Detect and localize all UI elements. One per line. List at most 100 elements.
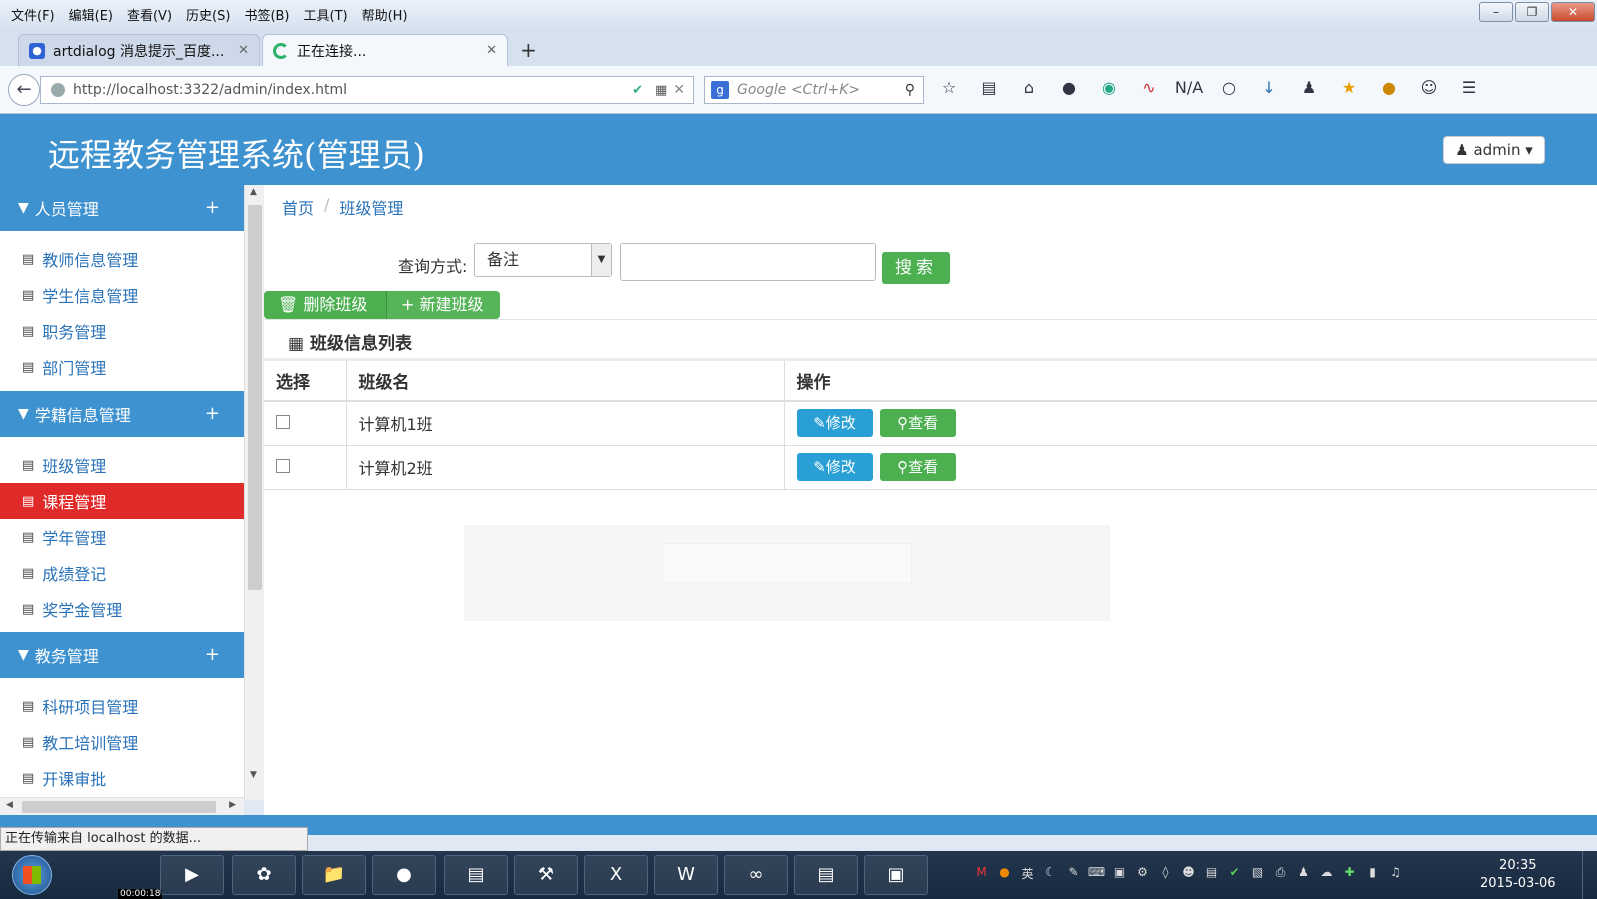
query-method-select[interactable]: 备注 ▼ <box>474 243 612 277</box>
new-tab-icon[interactable]: + <box>520 38 537 62</box>
user-dropdown-button[interactable]: ♟ admin ▾ <box>1443 136 1545 164</box>
sidebar-group-academic[interactable]: ▼ 教务管理 + <box>0 632 244 678</box>
bee-addon-icon[interactable]: ● <box>1374 78 1404 97</box>
user-tray-icon[interactable]: ♟ <box>1294 865 1313 882</box>
messenger-icon[interactable]: ☺ <box>1414 78 1444 97</box>
chat-icon[interactable]: ○ <box>1214 78 1244 97</box>
close-window-icon[interactable]: ✕ <box>1551 2 1595 22</box>
restore-icon[interactable]: ❐ <box>1515 2 1549 22</box>
close-tab-icon[interactable]: ✕ <box>486 43 497 58</box>
reading-list-icon[interactable]: ▤ <box>974 78 1004 97</box>
image-app-icon[interactable]: ▣ <box>864 855 928 895</box>
scroll-left-arrow-icon[interactable]: ◀ <box>6 800 13 810</box>
start-button[interactable] <box>12 855 52 895</box>
sidebar-horizontal-scrollbar[interactable]: ◀ ▶ <box>0 797 244 815</box>
stop-icon[interactable]: ✕ <box>673 82 685 98</box>
sidebar-item-course[interactable]: ▤ 课程管理 <box>0 483 244 519</box>
keyboard-icon[interactable]: ⌨ <box>1087 865 1106 882</box>
query-input[interactable] <box>620 243 876 281</box>
show-desktop-button[interactable] <box>1582 851 1597 899</box>
minimize-icon[interactable]: – <box>1479 2 1513 22</box>
tool-icon[interactable]: ⚙ <box>1133 865 1152 882</box>
moon-icon[interactable]: ☾ <box>1041 865 1060 882</box>
shield-tray-icon[interactable]: ✔ <box>1225 865 1244 882</box>
globe-dark-icon[interactable]: ● <box>1054 78 1084 97</box>
media-player-icon[interactable]: ▶ <box>160 855 224 895</box>
sidebar-item-class[interactable]: ▤ 班级管理 <box>0 447 244 483</box>
scroll-up-arrow-icon[interactable]: ▲ <box>250 187 257 197</box>
sidebar-item-department[interactable]: ▤ 部门管理 <box>0 349 244 385</box>
sidebar-item-grades[interactable]: ▤ 成绩登记 <box>0 555 244 591</box>
url-text[interactable]: http://localhost:3322/admin/index.html <box>73 82 626 98</box>
chart-icon[interactable]: ∿ <box>1134 78 1164 97</box>
sidebar-item-course-approval[interactable]: ▤ 开课审批 <box>0 760 244 796</box>
search-input[interactable]: Google <Ctrl+K> <box>737 82 905 98</box>
home-icon[interactable]: ⌂ <box>1014 78 1044 97</box>
view-button[interactable]: ⚲查看 <box>879 453 956 481</box>
volume-icon[interactable]: ♫ <box>1386 865 1405 882</box>
breadcrumb-home[interactable]: 首页 <box>282 195 314 219</box>
delete-class-button[interactable]: 🗑 删除班级 <box>264 291 386 319</box>
scroll-down-arrow-icon[interactable]: ▼ <box>250 770 257 780</box>
ime-icon[interactable]: 英 <box>1018 865 1037 882</box>
address-bar[interactable]: http://localhost:3322/admin/index.html ✔… <box>40 76 694 104</box>
download-icon[interactable]: ↓ <box>1254 78 1284 97</box>
sidebar-group-personnel[interactable]: ▼ 人员管理 + <box>0 185 244 231</box>
ball-icon[interactable]: ● <box>995 865 1014 882</box>
sidebar-item-duty[interactable]: ▤ 职务管理 <box>0 313 244 349</box>
system-clock[interactable]: 20:35 2015-03-06 <box>1480 857 1556 893</box>
browser-tab-baidu[interactable]: ● artdialog 消息提示_百度... ✕ <box>18 34 260 66</box>
breadcrumb-current[interactable]: 班级管理 <box>339 195 403 219</box>
search-bar[interactable]: g Google <Ctrl+K> ⚲ <box>704 76 924 104</box>
edit-button[interactable]: ✎修改 <box>796 453 873 481</box>
word-icon[interactable]: W <box>654 855 718 895</box>
sidebar-group-enrollment[interactable]: ▼ 学籍信息管理 + <box>0 391 244 437</box>
row-checkbox[interactable] <box>276 458 290 473</box>
menu-edit[interactable]: 编辑(E) <box>62 5 120 24</box>
menu-tools[interactable]: 工具(T) <box>297 5 355 24</box>
bookmark-star-icon[interactable]: ☆ <box>934 78 964 97</box>
scroll-thumb[interactable] <box>22 801 216 813</box>
plus-tray-icon[interactable]: ✚ <box>1340 865 1359 882</box>
star-addon-icon[interactable]: ★ <box>1334 78 1364 97</box>
menu-bookmarks[interactable]: 书签(B) <box>237 5 296 24</box>
tools-app-icon[interactable]: ⚒ <box>514 855 578 895</box>
gmail-icon[interactable]: M <box>972 865 991 882</box>
pen-icon[interactable]: ✎ <box>1064 865 1083 882</box>
sidebar-item-scholarship[interactable]: ▤ 奖学金管理 <box>0 591 244 627</box>
file-explorer-icon[interactable]: 📁 <box>302 855 366 895</box>
menu-file[interactable]: 文件(F) <box>4 5 62 24</box>
sidebar-item-academic-year[interactable]: ▤ 学年管理 <box>0 519 244 555</box>
edit-button[interactable]: ✎修改 <box>796 409 873 438</box>
expand-plus-icon[interactable]: + <box>205 644 220 665</box>
sidebar-item-student[interactable]: ▤ 学生信息管理 <box>0 277 244 313</box>
cloud-icon[interactable]: ☁ <box>1317 865 1336 882</box>
network-app-icon[interactable]: ✿ <box>232 855 296 895</box>
clipboard-icon[interactable]: ▤ <box>1202 865 1221 882</box>
menu-history[interactable]: 历史(S) <box>179 5 237 24</box>
infinity-app-icon[interactable]: ∞ <box>724 855 788 895</box>
excel-icon[interactable]: X <box>584 855 648 895</box>
expand-plus-icon[interactable]: + <box>205 403 220 424</box>
menu-help[interactable]: 帮助(H) <box>355 5 415 24</box>
search-button[interactable]: 搜索 <box>882 252 950 284</box>
new-class-button[interactable]: + 新建班级 <box>386 291 500 319</box>
document-app-icon[interactable]: ▤ <box>794 855 858 895</box>
qq-icon[interactable]: ☻ <box>1179 865 1198 882</box>
row-checkbox[interactable] <box>276 414 290 429</box>
printer-icon[interactable]: ⎙ <box>1271 865 1290 882</box>
browser-tab-connecting[interactable]: 正在连接... ✕ <box>262 34 508 66</box>
chat-tray-icon[interactable]: ◊ <box>1156 865 1175 882</box>
hamburger-menu-icon[interactable]: ☰ <box>1454 78 1484 97</box>
firefox-icon[interactable]: ● <box>372 855 436 895</box>
menu-view[interactable]: 查看(V) <box>120 5 179 24</box>
back-arrow-icon[interactable]: ← <box>8 74 40 106</box>
dropdown-arrow-icon[interactable]: ▼ <box>591 244 611 276</box>
close-tab-icon[interactable]: ✕ <box>238 43 249 58</box>
box-icon[interactable]: ▣ <box>1110 865 1129 882</box>
google-icon[interactable]: g <box>711 81 729 99</box>
view-button[interactable]: ⚲查看 <box>879 409 956 438</box>
scroll-right-arrow-icon[interactable]: ▶ <box>229 800 236 810</box>
sidebar-item-teacher[interactable]: ▤ 教师信息管理 <box>0 241 244 277</box>
user-icon[interactable]: ♟ <box>1294 78 1324 97</box>
